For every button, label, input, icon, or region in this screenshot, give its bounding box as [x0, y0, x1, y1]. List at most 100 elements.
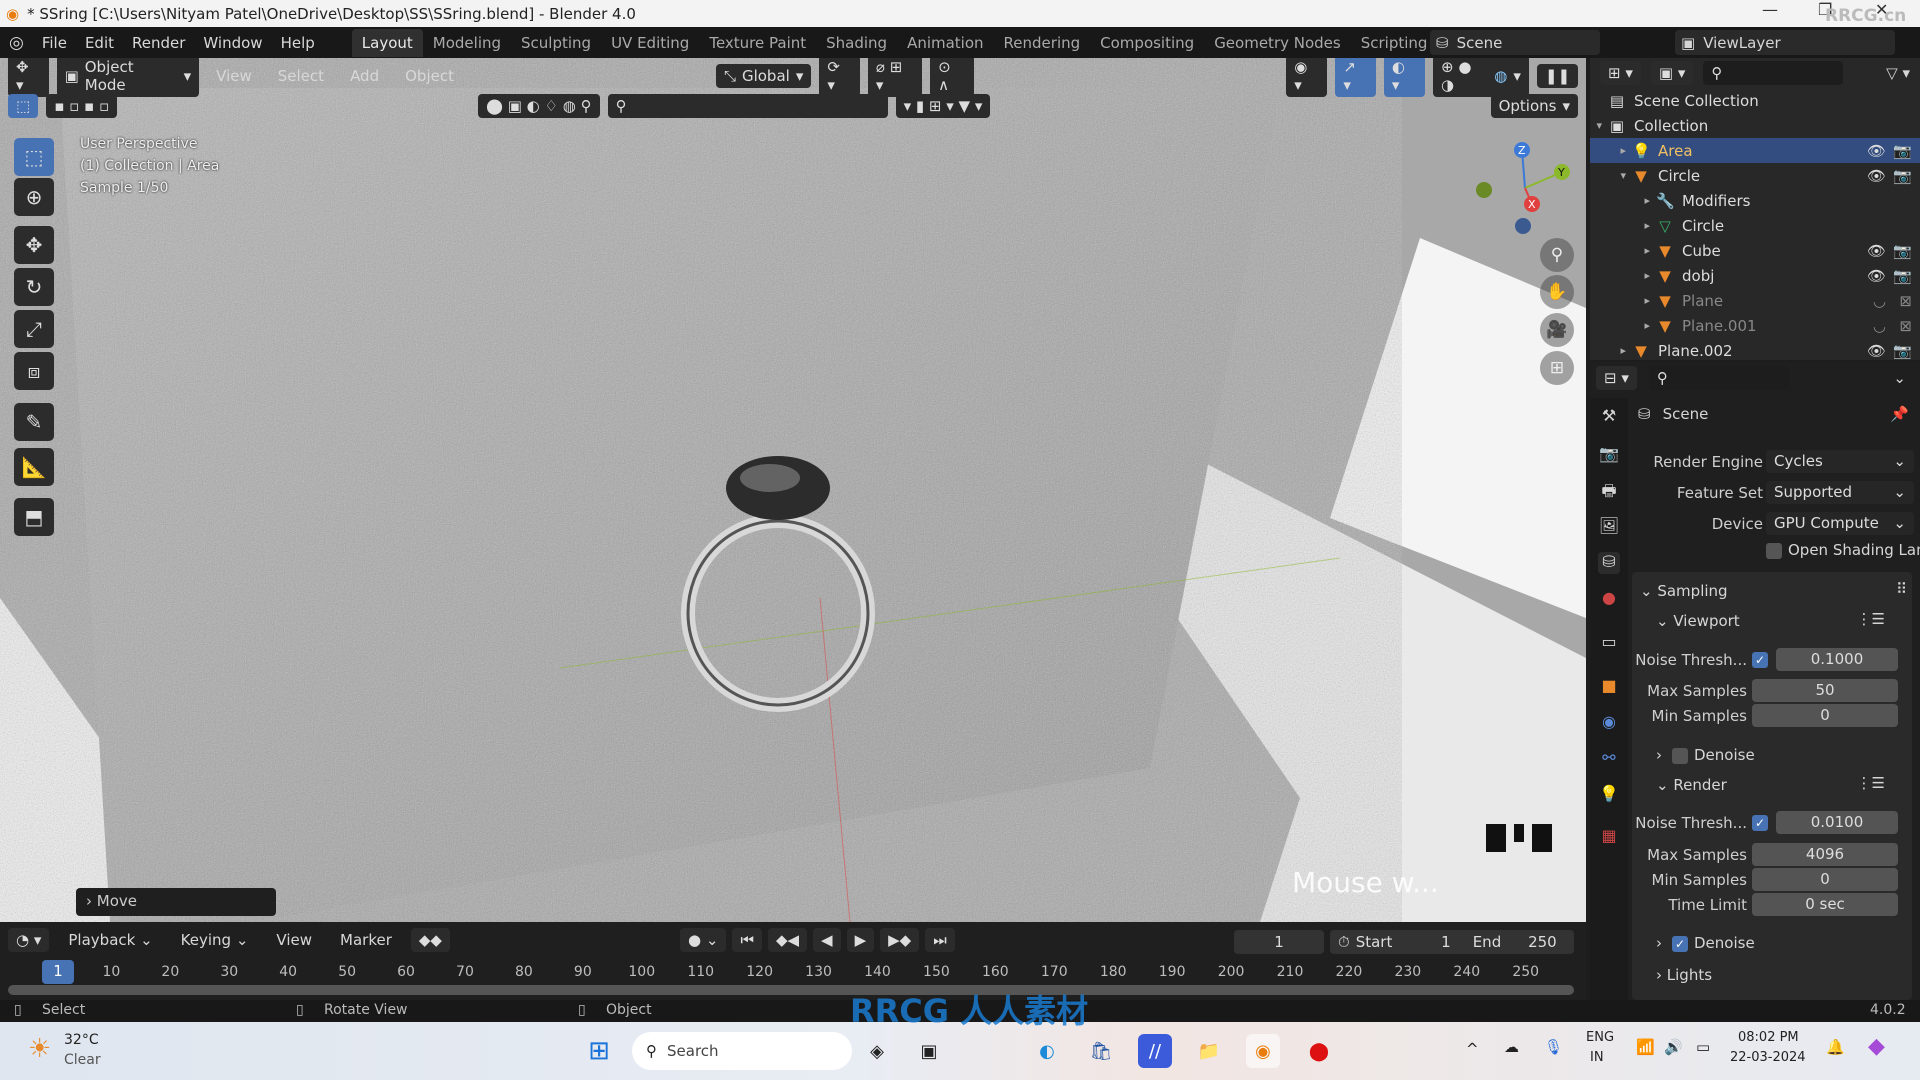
tab-compositing[interactable]: Compositing: [1090, 29, 1204, 57]
copilot-pre-icon[interactable]: ◆: [1868, 1034, 1885, 1059]
menu-add[interactable]: Add: [341, 67, 388, 85]
select-box-tool[interactable]: ⬚: [14, 138, 54, 176]
outliner-search-input[interactable]: ⚲: [1703, 61, 1844, 85]
wifi-icon[interactable]: 📶: [1636, 1038, 1655, 1056]
annotate-tool[interactable]: ✎: [14, 403, 54, 441]
render-subpanel-header[interactable]: ⌄ Render ⋮☰: [1630, 774, 1915, 798]
camera-icon[interactable]: 📷: [1893, 142, 1912, 160]
gizmo-neg-z-axis[interactable]: [1515, 218, 1531, 234]
render-denoise-row[interactable]: › ✓ Denoise: [1630, 932, 1915, 956]
presets-icon[interactable]: ⋮☰: [1857, 610, 1885, 628]
menu-render[interactable]: Render: [123, 34, 194, 52]
display-mode-dropdown[interactable]: ⊞ ▾: [1600, 61, 1641, 85]
viewport-subpanel-header[interactable]: ⌄ Viewport ⋮☰: [1630, 610, 1915, 634]
render-denoise-checkbox[interactable]: ✓: [1672, 936, 1688, 952]
view-layer-tab-icon[interactable]: 🖼: [1598, 516, 1620, 538]
menu-select[interactable]: Select: [269, 67, 333, 85]
properties-search-input[interactable]: ⚲: [1648, 366, 1789, 390]
camera-disabled-icon[interactable]: ⊠: [1899, 317, 1912, 335]
navigation-gizmo[interactable]: Z Y X: [1470, 138, 1580, 238]
outliner-row[interactable]: ▸ ▼ dobj 👁 📷: [1590, 263, 1920, 288]
filter-icon[interactable]: ▽ ▾: [1886, 64, 1910, 82]
tab-scripting[interactable]: Scripting: [1351, 29, 1438, 57]
onedrive-icon[interactable]: ☁: [1504, 1038, 1519, 1056]
render-noise-checkbox[interactable]: ✓: [1752, 815, 1768, 831]
cursor-tool[interactable]: ⊕: [14, 178, 54, 216]
select-box-mode-icon[interactable]: ⬚: [8, 94, 39, 118]
viewlayer-filter-dropdown[interactable]: ▣ ▾: [1650, 61, 1694, 85]
tab-uv-editing[interactable]: UV Editing: [601, 29, 699, 57]
menu-window[interactable]: Window: [194, 34, 271, 52]
render-tab-icon[interactable]: 📷: [1598, 444, 1620, 466]
weather-temp[interactable]: 32°C: [64, 1032, 99, 1048]
scene-selector[interactable]: ⛁ Scene: [1430, 30, 1600, 55]
tab-geometry-nodes[interactable]: Geometry Nodes: [1204, 29, 1351, 57]
editor-type-button[interactable]: ⊟ ▾: [1596, 366, 1637, 390]
camera-view-button[interactable]: 🎥: [1540, 313, 1574, 347]
outliner-row[interactable]: ▾ ▣ Collection: [1590, 113, 1920, 138]
weather-condition[interactable]: Clear: [64, 1052, 101, 1068]
tab-shading[interactable]: Shading: [816, 29, 897, 57]
recorder-icon[interactable]: ⬤: [1302, 1034, 1336, 1068]
transform-orientation-dropdown[interactable]: ⤡ Global ▾: [715, 64, 812, 88]
volume-icon[interactable]: 🔊: [1664, 1038, 1683, 1056]
disclosure-triangle-icon[interactable]: ▾: [1590, 119, 1608, 132]
object-tab-icon[interactable]: ■: [1598, 676, 1620, 698]
constraints-tab-icon[interactable]: ⚯: [1598, 748, 1620, 770]
options-dropdown[interactable]: Options ▾: [1490, 94, 1578, 118]
eye-icon[interactable]: 👁: [1867, 167, 1886, 185]
render-time-limit-field[interactable]: 0 sec: [1752, 893, 1898, 916]
outliner-row[interactable]: ▸ ▼ Plane.002 👁 📷: [1590, 338, 1920, 360]
disclosure-triangle-icon[interactable]: ▾: [1590, 169, 1632, 182]
render-engine-dropdown[interactable]: Cycles ⌄: [1766, 450, 1914, 473]
clock-date[interactable]: 22-03-2024: [1730, 1050, 1806, 1065]
disclosure-triangle-icon[interactable]: ▸: [1590, 219, 1656, 232]
3d-viewport[interactable]: ✥ ▾ ▣ Object Mode ▾ View Select Add Objec…: [0, 58, 1586, 922]
blender-taskbar-icon[interactable]: ◉: [1246, 1034, 1280, 1068]
start-button-icon[interactable]: ⊞: [582, 1034, 616, 1068]
outliner-row[interactable]: ▸ ▼ Plane.001 ◡ ⊠: [1590, 313, 1920, 338]
add-cube-tool[interactable]: ⬒: [14, 498, 54, 536]
render-noise-field[interactable]: 0.0100: [1776, 811, 1898, 834]
store-icon[interactable]: 🛍: [1084, 1034, 1118, 1068]
viewport-max-samples-field[interactable]: 50: [1752, 679, 1898, 702]
move-tool[interactable]: ✥: [14, 226, 54, 264]
select-mode-buttons[interactable]: ▪ ▫ ▪ ▫: [46, 94, 118, 118]
texture-tab-icon[interactable]: ▦: [1598, 826, 1620, 848]
pause-render-button[interactable]: ❚❚: [1536, 64, 1579, 88]
disclosure-triangle-icon[interactable]: ▸: [1590, 344, 1632, 357]
tab-rendering[interactable]: Rendering: [994, 29, 1091, 57]
zoom-view-button[interactable]: ⚲: [1540, 238, 1574, 272]
menu-edit[interactable]: Edit: [76, 34, 123, 52]
sampling-panel-header[interactable]: ⌄ Sampling ⠿: [1630, 580, 1915, 604]
viewport-min-samples-field[interactable]: 0: [1752, 704, 1898, 727]
tab-modeling[interactable]: Modeling: [423, 29, 511, 57]
disclosure-triangle-icon[interactable]: ▸: [1590, 269, 1656, 282]
physics-tab-icon[interactable]: ◉: [1598, 712, 1620, 734]
viewlayer-selector[interactable]: ▣ ViewLayer: [1675, 30, 1895, 55]
task-view-icon[interactable]: ▣: [912, 1034, 946, 1068]
file-explorer-icon[interactable]: 📁: [1192, 1034, 1226, 1068]
menu-object[interactable]: Object: [396, 67, 463, 85]
presets-icon[interactable]: ⋮☰: [1857, 774, 1885, 792]
tab-sculpting[interactable]: Sculpting: [511, 29, 601, 57]
weather-icon[interactable]: ☀: [28, 1034, 51, 1064]
filter-buttons[interactable]: ⬤ ▣ ◐ ♢ ◍ ⚲: [478, 94, 600, 118]
outliner-row[interactable]: ▸ 💡 Area 👁 📷: [1590, 138, 1920, 163]
disclosure-triangle-icon[interactable]: ▸: [1590, 294, 1656, 307]
feature-set-dropdown[interactable]: Supported ⌄: [1766, 481, 1914, 504]
language-label[interactable]: ENG: [1586, 1030, 1614, 1045]
options-chevron-icon[interactable]: ⌄: [1893, 369, 1906, 387]
eye-icon[interactable]: 👁: [1867, 267, 1886, 285]
outliner-row[interactable]: ▸ ▼ Cube 👁 📷: [1590, 238, 1920, 263]
outliner-row[interactable]: ▸ ▽ Circle: [1590, 213, 1920, 238]
perspective-toggle-button[interactable]: ⊞: [1540, 351, 1574, 385]
object-data-tab-icon[interactable]: 💡: [1598, 784, 1620, 806]
last-operator-panel[interactable]: › Move: [76, 888, 276, 916]
osl-checkbox[interactable]: [1766, 543, 1782, 559]
camera-disabled-icon[interactable]: ⊠: [1899, 292, 1912, 310]
viewport-search-icon[interactable]: ⚲: [607, 94, 888, 118]
menu-view[interactable]: View: [207, 67, 261, 85]
minimize-button[interactable]: —: [1762, 0, 1778, 19]
camera-icon[interactable]: 📷: [1893, 167, 1912, 185]
